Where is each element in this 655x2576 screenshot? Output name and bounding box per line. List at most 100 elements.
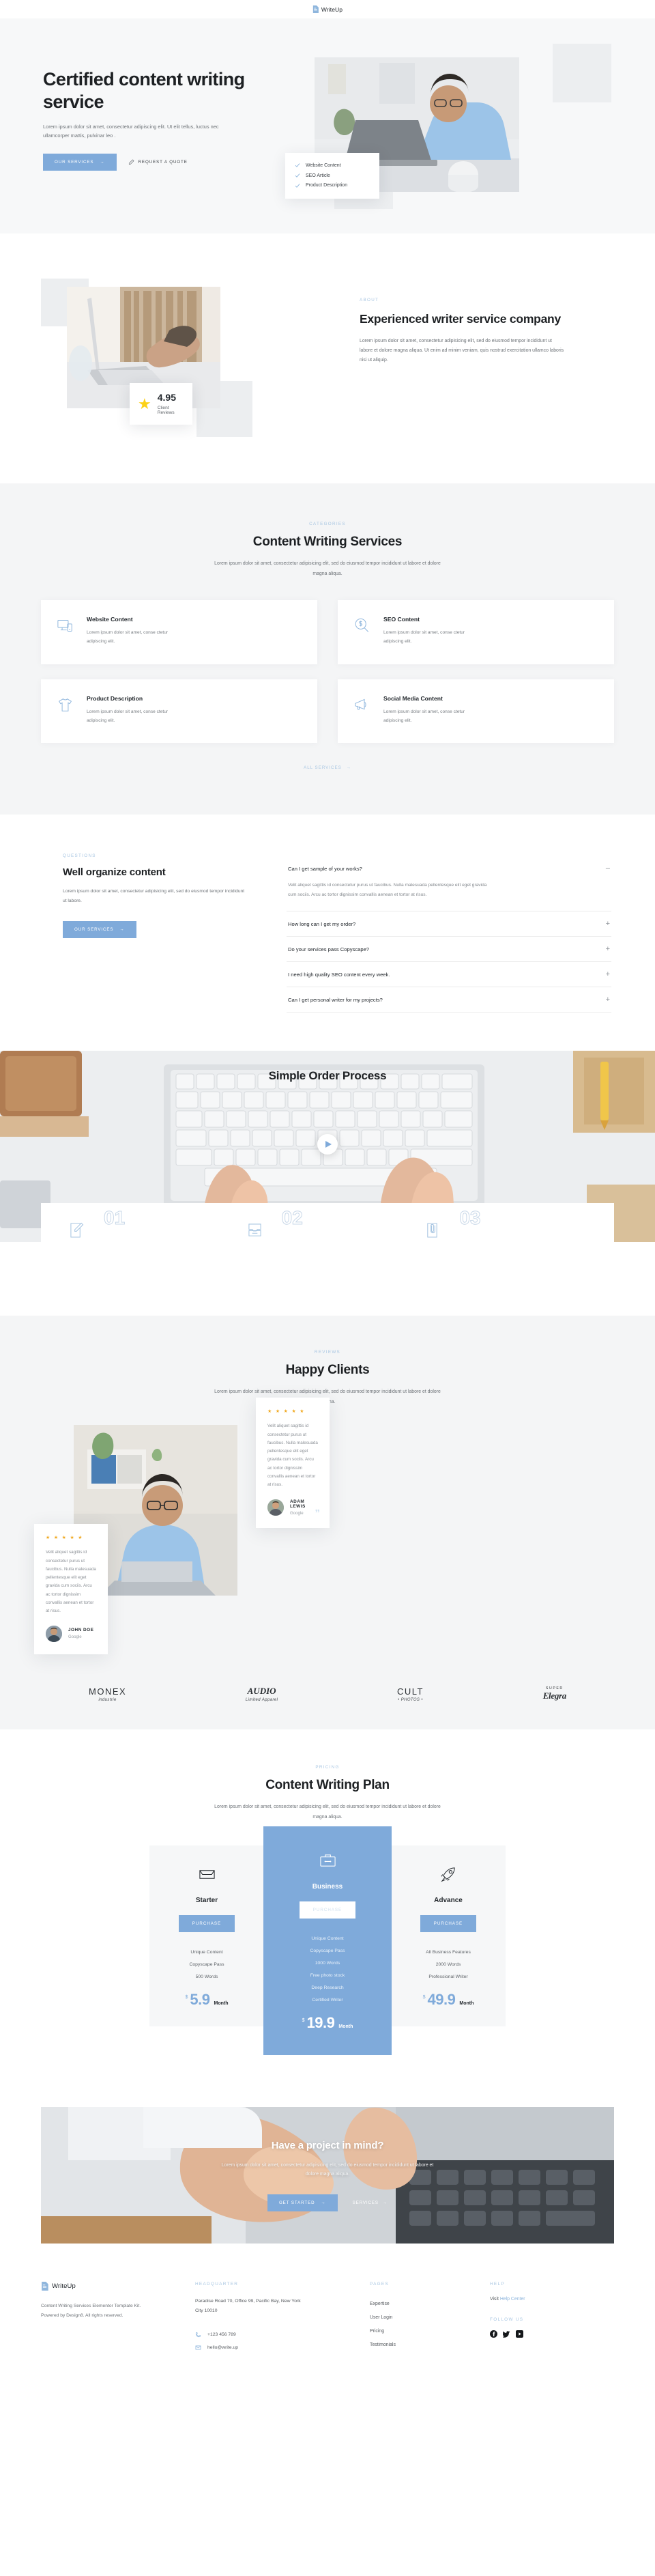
site-logo[interactable]: WriteUp — [312, 5, 343, 13]
avatar — [46, 1625, 62, 1642]
accordion-item[interactable]: I need high quality SEO content every we… — [287, 962, 611, 988]
hero-our-services-label: OUR SERVICES — [55, 159, 94, 165]
plan-price: $ 19.9 Month — [273, 2015, 382, 2030]
plus-icon[interactable]: + — [606, 996, 610, 1004]
brand-tagline: industrie — [98, 1697, 117, 1702]
plan-features: Unique Content Copyscape Pass 1000 Words… — [273, 1932, 382, 2006]
faq-our-services-button[interactable]: OUR SERVICES → — [63, 920, 136, 938]
arrow-right-icon: → — [346, 765, 351, 771]
purchase-button-business[interactable]: PURCHASE — [299, 1901, 356, 1919]
reviews-eyebrow: REVIEWS — [314, 1350, 341, 1355]
cta-get-started-label: GET STARTED — [278, 2200, 315, 2205]
footer-phone-row[interactable]: +123 456 789 — [195, 2328, 352, 2341]
about-eyebrow: ABOUT — [360, 298, 379, 302]
about-body: Lorem ipsum dolor sit amet, consectetur … — [360, 339, 564, 363]
hero-request-quote-button[interactable]: REQUEST A QUOTE — [128, 159, 188, 165]
quote-icon: ” — [315, 1507, 321, 1519]
pricing-title: Content Writing Plan — [265, 1778, 390, 1793]
footer-email-row[interactable]: hello@write.up — [195, 2341, 352, 2354]
faq-section: QUESTIONS Well organize content Lorem ip… — [0, 815, 655, 1051]
facebook-icon[interactable] — [490, 2330, 497, 2338]
services-eyebrow: CATEGORIES — [309, 522, 346, 526]
plan-name: Advance — [434, 1897, 463, 1905]
plus-icon[interactable]: + — [606, 920, 610, 928]
star-rating: ★ ★ ★ ★ ★ — [267, 1409, 306, 1415]
review-author: JOHN DOE Google — [46, 1625, 96, 1642]
footer-link-pricing[interactable]: Pricing — [370, 2324, 472, 2338]
service-name: Social Media Content — [383, 694, 443, 702]
play-video-button[interactable] — [317, 1134, 338, 1155]
footer-help-prefix: Visit — [490, 2297, 500, 2302]
hero-checklist-card: Website Content SEO Article Product Desc… — [285, 153, 379, 199]
check-icon — [295, 162, 300, 168]
arrow-right-icon: → — [100, 159, 105, 165]
minus-icon[interactable]: – — [606, 865, 610, 873]
avatar — [267, 1499, 284, 1516]
faq-accordion: Can I get sample of your works? – Velit … — [287, 853, 614, 1013]
service-name: Website Content — [87, 616, 133, 623]
reviews-title: Happy Clients — [285, 1363, 370, 1378]
accordion-question: Do your services pass Copyscape? — [288, 946, 370, 953]
footer-help-center-link[interactable]: Help Center — [500, 2297, 525, 2302]
accordion-header[interactable]: Can I get personal writer for my project… — [287, 987, 611, 1012]
youtube-icon[interactable] — [516, 2330, 523, 2338]
review-card: ★ ★ ★ ★ ★ Velit aliquet sagittis id cons… — [256, 1398, 330, 1528]
footer-logo[interactable]: WriteUp — [41, 2282, 177, 2291]
hero-subtitle: Lorem ipsum dolor sit amet, consectetur … — [43, 123, 219, 139]
about-copy: ABOUT Experienced writer service company… — [334, 279, 594, 366]
price-amount: 49.9 — [427, 1991, 456, 2009]
service-card[interactable]: Website Content Lorem ipsum dolor sit am… — [41, 600, 317, 664]
hero-media: Website Content SEO Article Product Desc… — [285, 44, 613, 209]
tray-icon — [159, 1866, 254, 1883]
service-card[interactable]: SEO Content Lorem ipsum dolor sit amet, … — [338, 600, 614, 664]
currency-symbol: $ — [302, 2018, 305, 2024]
pricing-plan-business: Business PURCHASE Unique Content Copysca… — [263, 1826, 392, 2056]
plus-icon[interactable]: + — [606, 946, 610, 953]
list-item: SEO Article — [295, 171, 370, 181]
cta-subtitle: Lorem ipsum dolor sit amet, consectetur … — [221, 2162, 434, 2177]
footer-link-testimonials[interactable]: Testimonials — [370, 2338, 472, 2351]
accordion-item[interactable]: Do your services pass Copyscape? + — [287, 937, 611, 963]
review-author-name: ADAM LEWIS — [290, 1499, 306, 1509]
footer-link-expertise[interactable]: Expertise — [370, 2297, 472, 2310]
review-text: Velit aliquet sagittis id consectetur pu… — [46, 1550, 96, 1614]
services-title: Content Writing Services — [252, 535, 403, 549]
all-services-label: ALL SERVICES — [304, 765, 342, 771]
brand-tagline: • PHOTOS • — [398, 1697, 423, 1702]
footer-email-text: hello@write.up — [207, 2345, 239, 2350]
plan-name: Starter — [195, 1897, 218, 1905]
price-period: Month — [214, 2001, 229, 2007]
hero-request-quote-label: REQUEST A QUOTE — [138, 159, 188, 165]
service-card[interactable]: Social Media Content Lorem ipsum dolor s… — [338, 679, 614, 744]
purchase-button-starter[interactable]: PURCHASE — [178, 1915, 235, 1933]
twitter-icon[interactable] — [503, 2330, 510, 2338]
cta-services-label: SERVICES — [352, 2200, 379, 2205]
cta-title: Have a project in mind? — [271, 2139, 384, 2151]
review-author-role: Google — [290, 1510, 304, 1516]
accordion-header[interactable]: I need high quality SEO content every we… — [287, 962, 611, 987]
accordion-item[interactable]: How long can I get my order? + — [287, 911, 611, 937]
accordion-item[interactable]: Can I get sample of your works? – Velit … — [287, 856, 611, 912]
accordion-header[interactable]: How long can I get my order? + — [287, 911, 611, 936]
cta-get-started-button[interactable]: GET STARTED → — [267, 2194, 338, 2211]
hero-our-services-button[interactable]: OUR SERVICES → — [43, 153, 117, 171]
accordion-item[interactable]: Can I get personal writer for my project… — [287, 987, 611, 1013]
plus-icon[interactable]: + — [606, 971, 610, 978]
accordion-question: Can I get sample of your works? — [288, 866, 362, 873]
envelope-icon — [195, 2345, 201, 2351]
footer-address: Paradise Road 70, Office 99, Pacific Bay… — [195, 2299, 301, 2313]
accordion-question: Can I get personal writer for my project… — [288, 997, 383, 1004]
all-services-link[interactable]: ALL SERVICES → — [304, 765, 351, 770]
faq-our-services-label: OUR SERVICES — [74, 926, 114, 932]
purchase-button-advance[interactable]: PURCHASE — [420, 1915, 477, 1933]
footer-help-column: HELP Visit Help Center FOLLOW US — [490, 2282, 614, 2353]
footer-link-user-login[interactable]: User Login — [370, 2310, 472, 2324]
faq-title: Well organize content — [63, 866, 166, 879]
accordion-header[interactable]: Can I get sample of your works? – — [287, 856, 611, 881]
service-card[interactable]: Product Description Lorem ipsum dolor si… — [41, 679, 317, 744]
about-section: ★ 4.95 Client Reviews ABOUT Experienced … — [0, 233, 655, 483]
checklist-label: SEO Article — [306, 173, 330, 178]
cta-services-button[interactable]: SERVICES → — [353, 2200, 388, 2205]
service-desc: Lorem ipsum dolor sit amet, conse ctetur… — [383, 709, 465, 723]
accordion-header[interactable]: Do your services pass Copyscape? + — [287, 937, 611, 961]
